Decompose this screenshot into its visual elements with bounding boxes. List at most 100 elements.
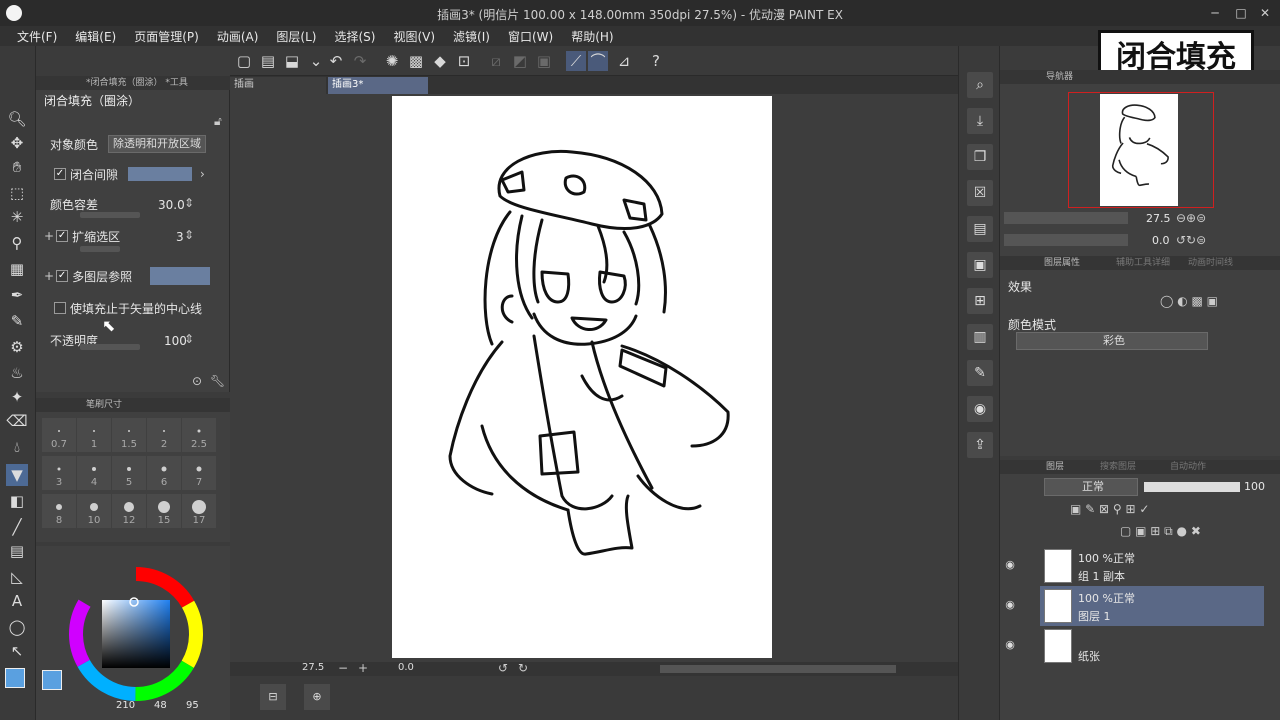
zoom-out-icon[interactable]: − bbox=[338, 661, 348, 675]
wheel-main-color-swatch[interactable] bbox=[42, 670, 62, 690]
edit-icon[interactable]: ✎ bbox=[967, 360, 993, 386]
menu-page[interactable]: 页面管理(P) bbox=[125, 28, 208, 45]
camera-icon[interactable]: ◉ bbox=[967, 396, 993, 422]
dropdown-arrow-icon[interactable]: ⌄ bbox=[306, 51, 326, 71]
menu-animation[interactable]: 动画(A) bbox=[208, 28, 268, 45]
rotation-readout[interactable]: 0.0 bbox=[398, 662, 438, 673]
search-icon[interactable]: ⌕ bbox=[967, 72, 993, 98]
brush-size-preset[interactable]: 2.5 bbox=[182, 418, 216, 452]
menu-window[interactable]: 窗口(W) bbox=[499, 28, 562, 45]
menu-select[interactable]: 选择(S) bbox=[325, 28, 384, 45]
brush-size-preset[interactable]: 1 bbox=[77, 418, 111, 452]
ruler-tool-icon[interactable]: ◺ bbox=[6, 566, 28, 588]
invert-icon[interactable]: ◩ bbox=[510, 51, 530, 71]
layer-action-icons[interactable]: ▢ ▣ ⊞ ⧉ ● ✖ bbox=[1120, 524, 1201, 539]
tab-search-layers[interactable]: 搜索图层 bbox=[1100, 460, 1136, 474]
help-icon[interactable]: ? bbox=[646, 51, 666, 71]
navigator-view-frame[interactable] bbox=[1068, 92, 1214, 208]
brush-size-preset[interactable]: 7 bbox=[182, 456, 216, 490]
close-gap-selector[interactable] bbox=[128, 167, 192, 181]
expand-plus-icon[interactable]: + bbox=[44, 229, 54, 243]
settings-icon[interactable]: ⊙ bbox=[192, 374, 202, 388]
brush-size-preset[interactable]: 1.5 bbox=[112, 418, 146, 452]
eye-icon[interactable]: ◉ bbox=[1003, 558, 1017, 572]
snap-special-ruler-icon[interactable]: ⌒ bbox=[588, 51, 608, 71]
navigator-zoom-slider[interactable] bbox=[1004, 212, 1128, 224]
target-color-select[interactable]: 除透明和开放区域 bbox=[108, 135, 206, 153]
undo-icon[interactable]: ↶ bbox=[326, 51, 346, 71]
new-file-icon[interactable]: ▢ bbox=[234, 51, 254, 71]
document-icon[interactable]: ▤ bbox=[967, 216, 993, 242]
menu-file[interactable]: 文件(F) bbox=[8, 28, 66, 45]
eye-icon[interactable]: ◉ bbox=[1003, 638, 1017, 652]
lock-icon[interactable]: 🔓︎ bbox=[214, 114, 222, 129]
correct-line-tool-icon[interactable]: ↖ bbox=[6, 640, 28, 662]
brush-size-preset[interactable]: 3 bbox=[42, 456, 76, 490]
airbrush-tool-icon[interactable]: ♨ bbox=[6, 362, 28, 384]
gradient-tool-icon[interactable]: ◧ bbox=[6, 490, 28, 512]
pen-tool-icon[interactable]: ✒ bbox=[6, 284, 28, 306]
color-wheel[interactable] bbox=[68, 566, 204, 702]
snap-ruler-icon[interactable]: ⟋ bbox=[566, 51, 586, 71]
menu-edit[interactable]: 编辑(E) bbox=[66, 28, 125, 45]
balloon-tool-icon[interactable]: ◯ bbox=[6, 616, 28, 638]
blend-mode-select[interactable]: 正常 bbox=[1044, 478, 1138, 496]
open-file-icon[interactable]: ▤ bbox=[258, 51, 278, 71]
canvas-paper[interactable] bbox=[392, 96, 772, 658]
main-color-swatch[interactable] bbox=[5, 668, 25, 688]
eyedropper-icon[interactable]: ⚲ bbox=[6, 232, 28, 254]
brush-size-preset[interactable]: 2 bbox=[147, 418, 181, 452]
magic-wand-icon[interactable]: ✳ bbox=[6, 206, 28, 228]
table-icon[interactable]: ▥ bbox=[967, 324, 993, 350]
line-tool-icon[interactable]: ╱ bbox=[6, 516, 28, 538]
brush-size-preset[interactable]: 17 bbox=[182, 494, 216, 528]
zoom-tool-icon[interactable]: 🔍︎ bbox=[6, 108, 28, 130]
layer-row[interactable]: 100 %正常 组 1 副本 bbox=[1040, 546, 1264, 586]
clear-outside-icon[interactable]: ▩ bbox=[406, 51, 426, 71]
image-icon[interactable]: ▣ bbox=[967, 252, 993, 278]
menu-layer[interactable]: 图层(L) bbox=[267, 28, 325, 45]
color-mode-select[interactable]: 彩色 bbox=[1016, 332, 1208, 350]
layer-row[interactable]: 纸张 bbox=[1040, 626, 1264, 666]
clear-icon[interactable]: ✺ bbox=[382, 51, 402, 71]
navigator-tab[interactable]: 导航器 bbox=[1000, 70, 1280, 84]
fill-icon[interactable]: ◆ bbox=[430, 51, 450, 71]
tab-sub-tool-detail[interactable]: 辅助工具详细 bbox=[1116, 256, 1170, 270]
text-tool-icon[interactable]: A bbox=[6, 590, 28, 612]
layer-opacity-value[interactable]: 100 bbox=[1244, 480, 1265, 493]
close-button[interactable]: ✕ bbox=[1256, 4, 1274, 22]
tolerance-spinner-icon[interactable]: ⇕ bbox=[184, 196, 194, 210]
brush-size-preset[interactable]: 5 bbox=[112, 456, 146, 490]
rotate-right-icon[interactable]: ↻ bbox=[518, 661, 528, 675]
brush-size-preset[interactable]: 12 bbox=[112, 494, 146, 528]
selection-tool-icon[interactable]: ⬚ bbox=[6, 182, 28, 204]
rotate-left-icon[interactable]: ↺ bbox=[498, 661, 508, 675]
decoration-tool-icon[interactable]: ✦ bbox=[6, 386, 28, 408]
redo-icon[interactable]: ↷ bbox=[350, 51, 370, 71]
zoom-in-icon[interactable]: + bbox=[358, 661, 368, 675]
frame-tool-icon[interactable]: ▤ bbox=[6, 540, 28, 562]
brush-size-preset[interactable]: 15 bbox=[147, 494, 181, 528]
brush-size-tab[interactable]: 笔刷尺寸 bbox=[36, 398, 230, 412]
expand-value[interactable]: 3 bbox=[176, 230, 184, 244]
wrench-icon[interactable]: 🔧︎ bbox=[210, 374, 225, 388]
layer-tool-icons[interactable]: ▣ ✎ ⊠ ⚲ ⊞ ✓ bbox=[1070, 502, 1149, 516]
tolerance-value[interactable]: 30.0 bbox=[158, 198, 185, 212]
menu-filter[interactable]: 滤镜(I) bbox=[444, 28, 499, 45]
expand-slider[interactable] bbox=[80, 246, 120, 252]
multilayer-checkbox[interactable]: ✓ bbox=[56, 270, 69, 282]
brush-size-preset[interactable]: 8 bbox=[42, 494, 76, 528]
tab-auto-actions[interactable]: 自动动作 bbox=[1170, 460, 1206, 474]
page-view-icon[interactable]: ⊟ bbox=[260, 684, 286, 710]
maximize-button[interactable]: □ bbox=[1232, 4, 1250, 22]
menu-help[interactable]: 帮助(H) bbox=[562, 28, 622, 45]
close-gap-checkbox[interactable]: ✓ bbox=[54, 168, 66, 180]
clear-layer-icon[interactable]: ☒ bbox=[967, 180, 993, 206]
eye-icon[interactable]: ◉ bbox=[1003, 598, 1017, 612]
effect-icons[interactable]: ◯ ◐ ▩ ▣ bbox=[1160, 294, 1218, 308]
rotation-controls-icon[interactable]: ↺↻⊜ bbox=[1176, 233, 1206, 247]
tab-layer-property[interactable]: 图层属性 bbox=[1044, 256, 1080, 270]
opacity-spinner-icon[interactable]: ⇕ bbox=[184, 332, 194, 346]
eraser-tool-icon[interactable]: ⌫ bbox=[6, 410, 28, 432]
brush-size-preset[interactable]: 0.7 bbox=[42, 418, 76, 452]
